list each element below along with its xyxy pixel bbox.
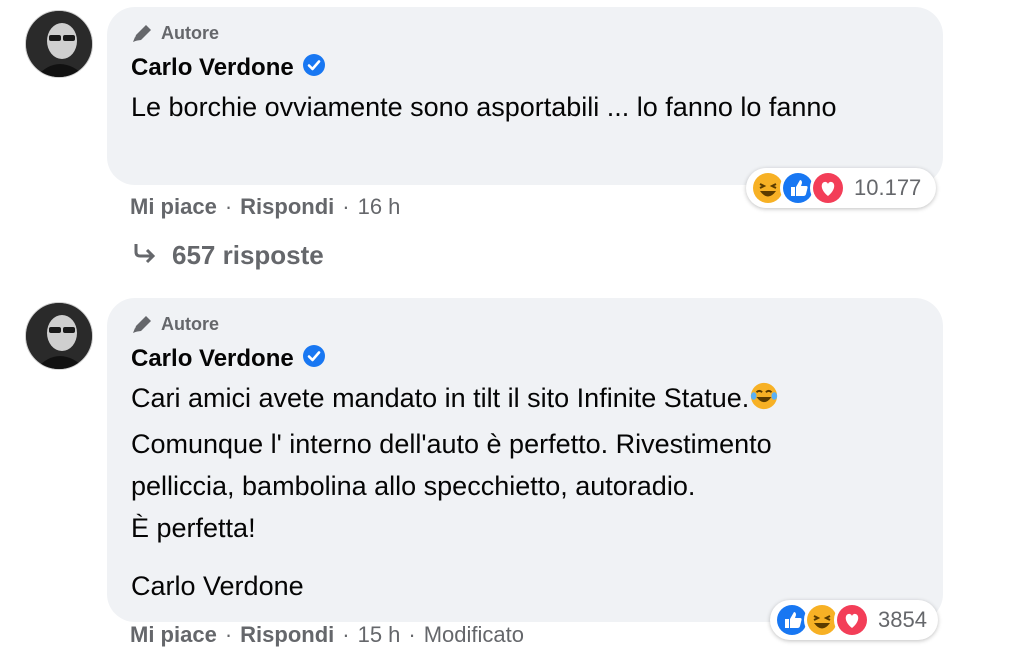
- pencil-icon: [131, 313, 155, 335]
- timestamp[interactable]: 15 h: [358, 622, 401, 648]
- comment-text: Le borchie ovviamente sono asportabili .…: [131, 86, 871, 128]
- separator: ·: [408, 622, 416, 647]
- separator: ·: [224, 622, 233, 647]
- timestamp[interactable]: 16 h: [358, 194, 401, 220]
- author-badge-label: Autore: [161, 22, 219, 43]
- love-icon: [834, 602, 870, 638]
- comment-line: È perfetta!: [131, 513, 256, 543]
- replies-label: 657 risposte: [172, 240, 324, 270]
- reaction-summary[interactable]: 3854: [770, 600, 938, 640]
- comment-actions: Mi piace · Rispondi · 16 h: [130, 194, 400, 220]
- comment-actions: Mi piace · Rispondi · 15 h · Modificato: [130, 622, 524, 648]
- reply-button[interactable]: Rispondi: [240, 194, 334, 220]
- reaction-count: 10.177: [854, 175, 922, 200]
- comment-line: Cari amici avete mandato in tilt il sito…: [131, 377, 919, 423]
- author-name[interactable]: Carlo Verdone: [131, 345, 294, 373]
- avatar[interactable]: [25, 302, 93, 370]
- avatar[interactable]: [25, 10, 93, 78]
- edited-label[interactable]: Modificato: [424, 622, 524, 648]
- separator: ·: [342, 622, 350, 647]
- reply-arrow-icon: [132, 240, 158, 271]
- comment-bubble: Autore Carlo Verdone Cari amici avete ma…: [107, 298, 943, 622]
- pencil-icon: [131, 22, 155, 44]
- love-icon: [810, 170, 846, 206]
- comment-paragraph: Le borchie ovviamente sono asportabili .…: [131, 92, 837, 122]
- separator: ·: [342, 194, 350, 219]
- comment-text: Cari amici avete mandato in tilt il sito…: [131, 377, 919, 607]
- reaction-count: 3854: [878, 607, 927, 632]
- tears-of-joy-emoji-icon: [749, 381, 779, 423]
- reaction-summary[interactable]: 10.177: [746, 168, 936, 208]
- verified-badge-icon: [302, 53, 326, 82]
- verified-badge-icon: [302, 344, 326, 373]
- comment-bubble: Autore Carlo Verdone Le borchie ovviamen…: [107, 7, 943, 185]
- comment-line: pelliccia, bambolina allo specchietto, a…: [131, 471, 696, 501]
- comment-line: Comunque l' interno dell'auto è perfetto…: [131, 429, 772, 459]
- view-replies-button[interactable]: 657 risposte: [132, 240, 324, 271]
- like-button[interactable]: Mi piace: [130, 194, 217, 220]
- author-name[interactable]: Carlo Verdone: [131, 54, 294, 82]
- author-badge: Autore: [131, 312, 919, 336]
- reply-button[interactable]: Rispondi: [240, 622, 334, 648]
- comment-line-text: Cari amici avete mandato in tilt il sito…: [131, 383, 750, 413]
- author-badge: Autore: [131, 21, 919, 45]
- author-badge-label: Autore: [161, 313, 219, 334]
- separator: ·: [224, 194, 233, 219]
- like-button[interactable]: Mi piace: [130, 622, 217, 648]
